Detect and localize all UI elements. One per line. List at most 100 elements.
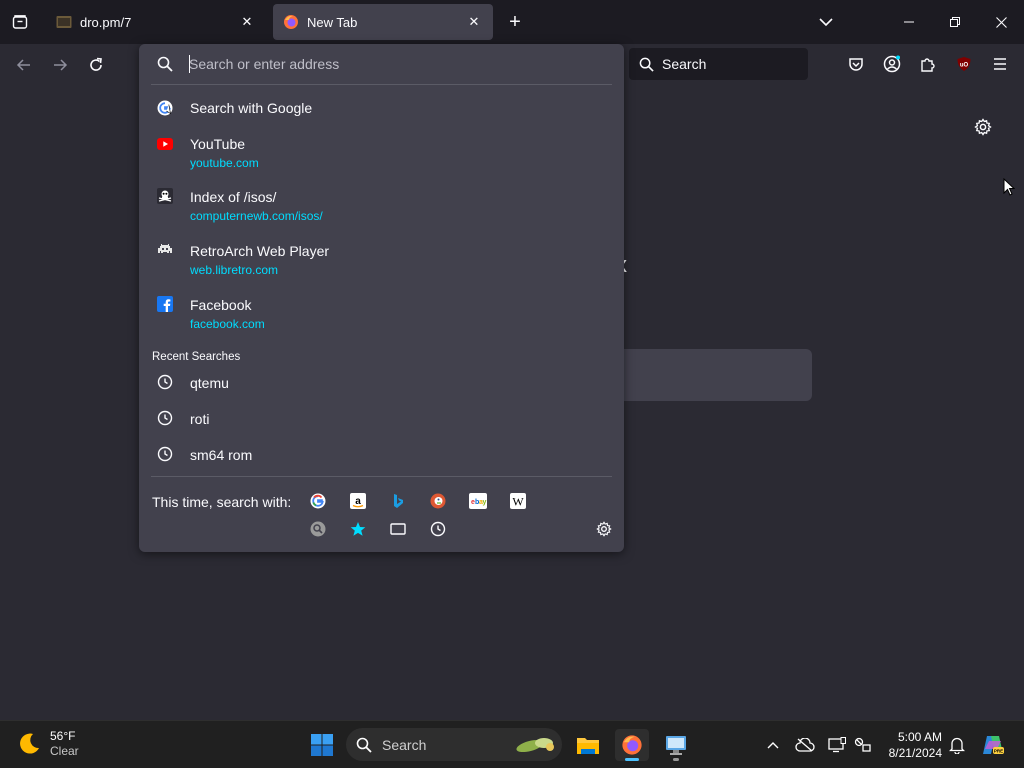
oneoff-extra-search-button[interactable] bbox=[308, 519, 328, 539]
newtab-settings-button[interactable] bbox=[970, 114, 996, 140]
oneoff-ebay-button[interactable]: ebay bbox=[468, 491, 488, 511]
minimize-icon bbox=[904, 21, 914, 23]
newtab-search-box[interactable] bbox=[600, 349, 812, 401]
weather-widget[interactable]: 56°F Clear bbox=[16, 729, 79, 759]
clock-icon bbox=[157, 410, 173, 426]
search-bookmarks-button[interactable] bbox=[348, 519, 368, 539]
restore-button[interactable] bbox=[932, 4, 978, 40]
svg-text:PRE: PRE bbox=[994, 749, 1003, 754]
forward-button[interactable] bbox=[46, 51, 74, 79]
oneoff-wikipedia-button[interactable]: W bbox=[508, 491, 528, 511]
computer-monitor-icon bbox=[666, 736, 686, 755]
recent-search-item[interactable]: qtemu bbox=[147, 369, 616, 397]
svg-text:a: a bbox=[355, 496, 361, 507]
puzzle-icon bbox=[921, 58, 935, 72]
recent-search-text: roti bbox=[190, 411, 210, 427]
restore-icon bbox=[950, 17, 960, 27]
search-with-label: Search with Google bbox=[190, 100, 313, 116]
suggestion-retroarch[interactable]: RetroArch Web Player web.libretro.com bbox=[147, 237, 616, 283]
urlbar-dropdown: Search with Google YouTube youtube.com I… bbox=[139, 44, 624, 552]
account-icon bbox=[883, 55, 901, 73]
close-tab-icon[interactable]: ✕ bbox=[465, 13, 483, 31]
new-tab-button[interactable]: + bbox=[502, 9, 528, 35]
search-icon bbox=[639, 57, 654, 72]
ebay-icon: ebay bbox=[469, 493, 487, 509]
toolbar-search-placeholder: Search bbox=[662, 56, 707, 72]
system-clock[interactable]: 5:00 AM 8/21/2024 bbox=[880, 729, 942, 761]
star-icon bbox=[350, 522, 366, 536]
back-arrow-icon bbox=[16, 59, 30, 71]
remote-desktop-button[interactable] bbox=[659, 729, 693, 761]
oneoff-divider bbox=[151, 476, 612, 477]
recent-search-item[interactable]: sm64 rom bbox=[147, 441, 616, 469]
search-history-button[interactable] bbox=[428, 519, 448, 539]
minimize-button[interactable] bbox=[886, 4, 932, 40]
duckduckgo-icon bbox=[430, 493, 446, 509]
close-icon bbox=[995, 16, 1007, 28]
firefox-view-button[interactable] bbox=[6, 8, 34, 36]
magnifier-engine-icon bbox=[310, 521, 326, 537]
ublock-origin-button[interactable]: uO bbox=[951, 51, 977, 77]
notifications-button[interactable] bbox=[946, 734, 968, 756]
google-icon bbox=[157, 100, 173, 116]
oneoff-google-button[interactable] bbox=[308, 491, 328, 511]
weather-condition: Clear bbox=[50, 744, 79, 758]
search-icon bbox=[356, 737, 372, 753]
extensions-button[interactable] bbox=[915, 51, 941, 77]
account-button[interactable] bbox=[879, 51, 905, 77]
youtube-icon bbox=[157, 136, 173, 152]
text-caret bbox=[189, 55, 190, 73]
clock-time: 5:00 AM bbox=[897, 730, 942, 744]
monitor-icon bbox=[828, 737, 846, 753]
search-tabs-button[interactable] bbox=[388, 519, 408, 539]
list-all-tabs-button[interactable] bbox=[814, 10, 838, 34]
suggestion-url: facebook.com bbox=[190, 317, 265, 331]
chevron-down-icon bbox=[819, 18, 833, 27]
windows-logo-icon bbox=[311, 734, 333, 756]
oneoff-bing-button[interactable] bbox=[388, 491, 408, 511]
clock-icon bbox=[157, 374, 173, 390]
tab-favicon-icon bbox=[56, 14, 72, 30]
weather-temperature: 56°F bbox=[50, 729, 76, 743]
reload-button[interactable] bbox=[82, 51, 110, 79]
suggestion-isos[interactable]: Index of /isos/ computernewb.com/isos/ bbox=[147, 183, 616, 229]
tab-title: dro.pm/7 bbox=[80, 14, 132, 30]
folder-icon bbox=[577, 738, 599, 754]
network-disconnected-icon bbox=[854, 737, 871, 752]
suggestion-youtube[interactable]: YouTube youtube.com bbox=[147, 130, 616, 176]
active-app-indicator bbox=[625, 758, 639, 761]
tab-new-tab[interactable]: New Tab ✕ bbox=[273, 4, 493, 40]
file-explorer-button[interactable] bbox=[571, 729, 605, 761]
close-window-button[interactable] bbox=[978, 4, 1024, 40]
search-with-google-row[interactable]: Search with Google bbox=[147, 94, 616, 122]
close-tab-icon[interactable]: ✕ bbox=[238, 13, 256, 31]
firefox-taskbar-button[interactable] bbox=[615, 729, 649, 761]
urlbar-input[interactable] bbox=[189, 53, 609, 75]
app-menu-button[interactable] bbox=[987, 51, 1013, 77]
svg-text:W: W bbox=[512, 495, 524, 509]
copilot-button[interactable]: PRE bbox=[980, 732, 1006, 758]
display-tray-icon[interactable] bbox=[826, 734, 848, 756]
hamburger-menu-icon bbox=[994, 58, 1006, 70]
clock-icon bbox=[157, 446, 173, 462]
tab-dro[interactable]: dro.pm/7 ✕ bbox=[46, 4, 266, 40]
pocket-button[interactable] bbox=[843, 51, 869, 77]
search-settings-button[interactable] bbox=[593, 518, 615, 540]
network-tray-icon[interactable] bbox=[852, 734, 874, 756]
taskbar-search-box[interactable]: Search bbox=[346, 728, 562, 761]
back-button[interactable] bbox=[10, 51, 38, 79]
bell-icon bbox=[949, 737, 965, 754]
oneoff-amazon-button[interactable]: a bbox=[348, 491, 368, 511]
show-hidden-icons-button[interactable] bbox=[762, 734, 784, 756]
suggestion-facebook[interactable]: Facebook facebook.com bbox=[147, 291, 616, 337]
start-button[interactable] bbox=[306, 729, 338, 761]
firefox-icon bbox=[622, 735, 642, 755]
toolbar-search-box[interactable]: Search bbox=[629, 48, 808, 80]
onedrive-tray-icon[interactable] bbox=[794, 734, 816, 756]
suggestion-title: RetroArch Web Player bbox=[190, 243, 330, 259]
recent-search-item[interactable]: roti bbox=[147, 405, 616, 433]
oneoff-duckduckgo-button[interactable] bbox=[428, 491, 448, 511]
google-icon bbox=[310, 493, 326, 509]
firefox-view-icon bbox=[12, 15, 28, 29]
gear-icon bbox=[974, 118, 992, 136]
